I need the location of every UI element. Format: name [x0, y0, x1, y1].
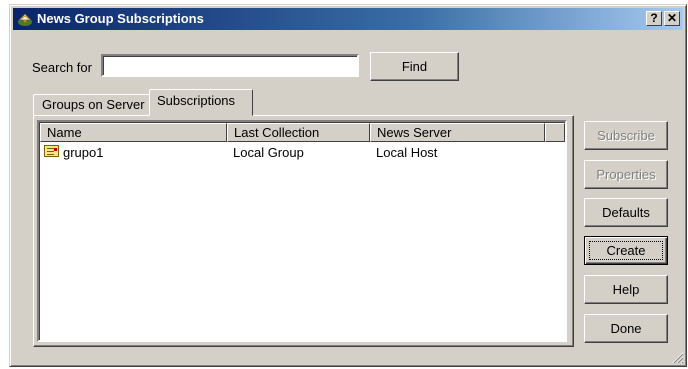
- done-button-label: Done: [610, 321, 642, 336]
- subscribe-button-label: Subscribe: [597, 128, 655, 143]
- search-label: Search for: [32, 60, 92, 75]
- column-header-last-collection[interactable]: Last Collection: [227, 123, 370, 142]
- title-close-button[interactable]: ✕: [664, 11, 680, 26]
- tab-subscriptions[interactable]: Subscriptions: [149, 89, 253, 116]
- done-button[interactable]: Done: [584, 314, 668, 343]
- help-button-label: Help: [612, 282, 640, 297]
- title-bar[interactable]: News Group Subscriptions ? ✕: [13, 8, 683, 30]
- row-last-collection: Local Group: [233, 145, 304, 160]
- defaults-button[interactable]: Defaults: [584, 198, 668, 227]
- news-group-subscriptions-dialog: News Group Subscriptions ? ✕ Search for …: [9, 4, 687, 367]
- subscriptions-list[interactable]: Name Last Collection News Server grupo1 …: [37, 120, 567, 342]
- subscribe-button[interactable]: Subscribe: [584, 121, 668, 150]
- properties-button-label: Properties: [596, 167, 656, 182]
- newsgroup-icon: [44, 145, 59, 157]
- table-row[interactable]: grupo1 Local Group Local Host: [40, 143, 560, 161]
- window-title: News Group Subscriptions: [37, 11, 204, 26]
- row-name: grupo1: [63, 145, 104, 160]
- column-header-name[interactable]: Name: [40, 123, 227, 142]
- find-button[interactable]: Find: [370, 52, 459, 81]
- help-button[interactable]: Help: [584, 275, 668, 304]
- defaults-button-label: Defaults: [602, 205, 650, 220]
- find-button-label: Find: [401, 59, 428, 74]
- news-app-icon: [18, 13, 32, 26]
- row-news-server: Local Host: [376, 145, 438, 160]
- create-button-label: Create: [606, 243, 646, 258]
- search-input[interactable]: [101, 54, 359, 77]
- create-button[interactable]: Create: [584, 236, 668, 265]
- title-help-button[interactable]: ?: [646, 11, 662, 26]
- tab-groups-on-server[interactable]: Groups on Server: [33, 94, 151, 116]
- column-header-filler: [545, 123, 565, 142]
- column-header-news-server[interactable]: News Server: [370, 123, 545, 142]
- resize-grip-icon[interactable]: [672, 352, 684, 364]
- properties-button[interactable]: Properties: [584, 160, 668, 189]
